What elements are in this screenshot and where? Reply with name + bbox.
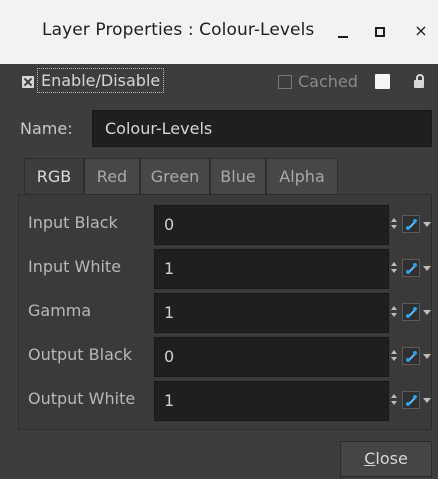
maximize-button[interactable]: [371, 22, 389, 40]
color-swatch[interactable]: [375, 74, 390, 89]
output-black-field[interactable]: 0: [154, 337, 389, 377]
tab-rgb[interactable]: RGB: [24, 158, 84, 195]
tab-red[interactable]: Red: [84, 158, 140, 194]
param-row-input-white: Input White 1: [19, 247, 431, 291]
enable-label[interactable]: Enable/Disable: [37, 68, 165, 93]
output-white-field[interactable]: 1: [154, 381, 389, 421]
cached-checkbox[interactable]: [278, 75, 292, 89]
link-curve-icon[interactable]: [402, 303, 420, 321]
name-input[interactable]: Colour-Levels: [92, 110, 432, 147]
name-value: Colour-Levels: [105, 119, 213, 138]
spinner-icon[interactable]: [391, 306, 397, 318]
cached-label[interactable]: Cached: [298, 72, 358, 91]
input-white-field[interactable]: 1: [154, 249, 389, 289]
lock-icon[interactable]: [414, 74, 424, 89]
param-value: 1: [164, 391, 175, 410]
param-label: Input White: [28, 257, 122, 276]
link-curve-icon[interactable]: [402, 259, 420, 277]
param-row-output-white: Output White 1: [19, 379, 431, 423]
title-bar: Layer Properties : Colour-Levels ×: [0, 0, 438, 64]
chevron-down-icon[interactable]: [423, 354, 431, 359]
minimize-button[interactable]: [334, 22, 352, 40]
spinner-icon[interactable]: [391, 394, 397, 406]
close-button[interactable]: Close: [340, 441, 432, 477]
param-label: Gamma: [28, 301, 92, 320]
param-row-input-black: Input Black 0: [19, 203, 431, 247]
param-value: 1: [164, 259, 175, 278]
param-label: Output White: [28, 389, 136, 408]
gamma-field[interactable]: 1: [154, 293, 389, 333]
spinner-icon[interactable]: [391, 218, 397, 230]
param-label: Input Black: [28, 213, 118, 232]
close-mnemonic: C: [364, 449, 376, 468]
close-window-button[interactable]: ×: [412, 22, 430, 40]
link-curve-icon[interactable]: [402, 347, 420, 365]
param-value: 0: [164, 215, 175, 234]
enable-checkbox[interactable]: [22, 76, 34, 88]
chevron-down-icon[interactable]: [423, 398, 431, 403]
close-label: lose: [375, 449, 408, 468]
spinner-icon[interactable]: [391, 350, 397, 362]
param-row-output-black: Output Black 0: [19, 335, 431, 379]
tab-blue[interactable]: Blue: [210, 158, 266, 194]
param-row-gamma: Gamma 1: [19, 291, 431, 335]
spinner-icon[interactable]: [391, 262, 397, 274]
name-label: Name:: [20, 119, 73, 138]
chevron-down-icon[interactable]: [423, 310, 431, 315]
rgb-panel: Input Black 0 Input White 1 Gamma 1 Outp…: [18, 194, 432, 430]
param-value: 1: [164, 303, 175, 322]
window-title: Layer Properties : Colour-Levels: [42, 20, 315, 40]
param-value: 0: [164, 347, 175, 366]
tab-alpha[interactable]: Alpha: [266, 158, 338, 194]
link-curve-icon[interactable]: [402, 391, 420, 409]
tab-green[interactable]: Green: [140, 158, 210, 194]
link-curve-icon[interactable]: [402, 215, 420, 233]
chevron-down-icon[interactable]: [423, 266, 431, 271]
input-black-field[interactable]: 0: [154, 205, 389, 245]
param-label: Output Black: [28, 345, 132, 364]
chevron-down-icon[interactable]: [423, 222, 431, 227]
